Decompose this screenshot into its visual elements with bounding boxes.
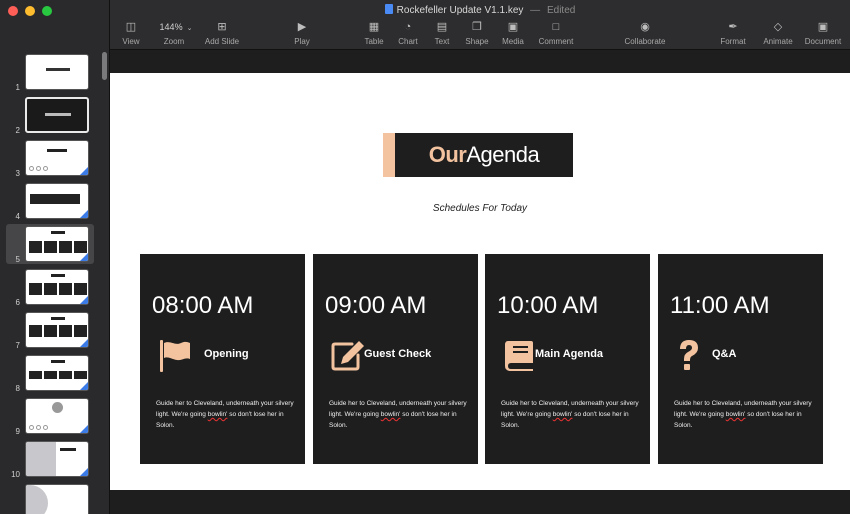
media-icon: ▣ xyxy=(507,21,519,33)
paintbrush-icon: ✒ xyxy=(728,21,738,33)
edited-status: Edited xyxy=(546,5,576,16)
slide-preview xyxy=(25,97,89,133)
slide-number: 10 xyxy=(11,470,20,479)
card-description: Guide her to Cleveland, underneath your … xyxy=(156,400,294,429)
slide-preview xyxy=(25,398,89,434)
animate-button[interactable]: ◇ Animate xyxy=(761,20,795,46)
slide-preview xyxy=(25,269,89,305)
card-label: Guest Check xyxy=(364,348,432,360)
text-button[interactable]: ▤ Text xyxy=(430,20,454,46)
title-main-word: Agenda xyxy=(466,142,540,167)
slide-thumbnail-6[interactable]: 6 xyxy=(0,267,100,307)
slide-thumbnail-5[interactable]: 5 xyxy=(6,224,94,264)
media-button[interactable]: ▣ Media xyxy=(500,20,526,46)
zoom-value: 144% xyxy=(159,22,183,32)
table-icon: ▦ xyxy=(368,21,380,33)
collaborate-button[interactable]: ◉ Collaborate xyxy=(620,20,670,46)
slide-number: 2 xyxy=(15,126,20,135)
format-button[interactable]: ✒ Format xyxy=(718,20,748,46)
chart-button[interactable]: ◔ Chart xyxy=(396,20,420,46)
slide-preview xyxy=(25,355,89,391)
slide-number: 7 xyxy=(15,341,20,350)
animate-diamond-icon: ◇ xyxy=(773,21,783,33)
slide-thumbnail-2[interactable]: 2 xyxy=(0,95,100,135)
slide-thumbnail-7[interactable]: 7 xyxy=(0,310,100,350)
book-icon xyxy=(505,341,533,371)
slide-preview xyxy=(25,312,89,348)
slide-number: 3 xyxy=(15,169,20,178)
sidebar-scrollbar[interactable] xyxy=(102,52,107,80)
slide-number: 1 xyxy=(15,83,20,92)
collaborate-icon: ◉ xyxy=(640,21,650,33)
add-slide-icon: ⊞ xyxy=(217,21,227,33)
zoom-button[interactable]: 144% ⌄ Zoom xyxy=(152,20,196,46)
slide-thumbnail-8[interactable]: 8 xyxy=(0,353,100,393)
slide-preview xyxy=(25,183,89,219)
window-controls xyxy=(8,6,52,16)
document-name: Rockefeller Update V1.1.key xyxy=(396,5,524,16)
slide-thumbnail-10[interactable]: 10 xyxy=(0,439,100,479)
card-time: 09:00 AM xyxy=(325,292,427,319)
slide-subtitle[interactable]: Schedules For Today xyxy=(110,203,850,214)
chevron-down-icon: ⌄ xyxy=(186,25,193,32)
slide-number: 5 xyxy=(15,255,20,264)
title-accent-word: Our xyxy=(428,142,467,167)
slide-title: OurAgenda xyxy=(395,133,573,177)
shape-button[interactable]: ❐ Shape xyxy=(463,20,491,46)
agenda-card-4[interactable]: 11:00 AM Q&A Guide her to Cleveland, und… xyxy=(658,254,823,464)
card-description: Guide her to Cleveland, underneath your … xyxy=(329,400,467,429)
document-button[interactable]: ▣ Document xyxy=(802,20,844,46)
slide-thumbnail-4[interactable]: 4 xyxy=(0,181,100,221)
minimize-window-button[interactable] xyxy=(25,6,35,16)
agenda-card-3[interactable]: 10:00 AM Main Agenda Guide her to Clevel… xyxy=(485,254,650,464)
table-button[interactable]: ▦ Table xyxy=(362,20,386,46)
card-description: Guide her to Cleveland, underneath your … xyxy=(501,400,639,429)
comment-button[interactable]: □ Comment xyxy=(536,20,576,46)
shape-icon: ❐ xyxy=(472,21,482,33)
edit-icon xyxy=(331,341,364,371)
question-icon xyxy=(680,340,698,370)
window-title: Rockefeller Update V1.1.key — Edited xyxy=(110,4,850,16)
close-window-button[interactable] xyxy=(8,6,18,16)
add-slide-button[interactable]: ⊞ Add Slide xyxy=(202,20,242,46)
agenda-card-1[interactable]: 08:00 AM Opening Guide her to Cleveland,… xyxy=(140,254,305,464)
slide-title-box[interactable]: OurAgenda xyxy=(383,133,573,177)
slide-thumbnail-1[interactable]: 1 xyxy=(0,52,100,92)
card-label: Main Agenda xyxy=(535,348,604,360)
slide-preview xyxy=(25,54,89,90)
card-description: Guide her to Cleveland, underneath your … xyxy=(674,400,812,429)
play-icon: ▶ xyxy=(297,21,307,33)
slide-preview xyxy=(25,226,89,262)
current-slide[interactable]: OurAgenda Schedules For Today 08:00 AM O… xyxy=(110,73,850,490)
card-time: 10:00 AM xyxy=(497,292,599,319)
flag-icon xyxy=(160,340,190,372)
card-time: 08:00 AM xyxy=(152,292,254,319)
comment-icon: □ xyxy=(552,21,560,33)
view-button[interactable]: ◫ View xyxy=(118,20,144,46)
card-label: Q&A xyxy=(712,348,737,360)
slide-number: 6 xyxy=(15,298,20,307)
card-time: 11:00 AM xyxy=(670,292,770,319)
slide-navigator: 1 2 3 4 5 6 7 8 9 10 xyxy=(0,0,110,514)
slide-preview xyxy=(25,441,89,477)
title-accent-bar xyxy=(383,133,395,177)
toolbar: Rockefeller Update V1.1.key — Edited ◫ V… xyxy=(110,0,850,50)
slide-number: 8 xyxy=(15,384,20,393)
document-icon: ▣ xyxy=(817,21,829,33)
play-button[interactable]: ▶ Play xyxy=(290,20,314,46)
keynote-document-icon xyxy=(384,4,393,14)
slide-preview xyxy=(25,140,89,176)
slide-thumbnail-11[interactable] xyxy=(0,482,100,514)
agenda-card-2[interactable]: 09:00 AM Guest Check Guide her to Clevel… xyxy=(313,254,478,464)
zoom-window-button[interactable] xyxy=(42,6,52,16)
chart-icon: ◔ xyxy=(404,21,412,33)
slide-thumbnail-3[interactable]: 3 xyxy=(0,138,100,178)
slide-number: 4 xyxy=(15,212,20,221)
card-label: Opening xyxy=(204,348,249,360)
sidebar-icon: ◫ xyxy=(125,21,137,33)
text-box-icon: ▤ xyxy=(436,21,448,33)
slide-preview xyxy=(25,484,89,514)
slide-number: 9 xyxy=(15,427,20,436)
slide-thumbnail-9[interactable]: 9 xyxy=(0,396,100,436)
